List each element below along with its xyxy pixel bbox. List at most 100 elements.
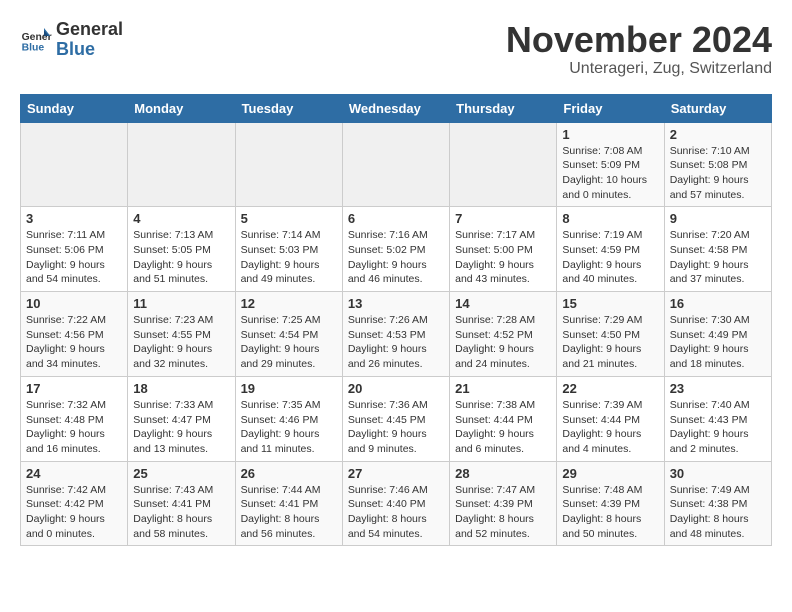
logo-general: General — [56, 20, 123, 40]
day-info: Sunrise: 7:19 AMSunset: 4:59 PMDaylight:… — [562, 228, 658, 287]
day-number: 7 — [455, 211, 551, 226]
day-cell — [21, 122, 128, 207]
day-number: 9 — [670, 211, 766, 226]
day-cell: 21 Sunrise: 7:38 AMSunset: 4:44 PMDayligh… — [450, 376, 557, 461]
week-row-1: 1Sunrise: 7:08 AMSunset: 5:09 PMDaylight… — [21, 122, 772, 207]
day-info: Sunrise: 7:30 AMSunset: 4:49 PMDaylight:… — [670, 313, 766, 372]
week-row-4: 17 Sunrise: 7:32 AMSunset: 4:48 PMDayligh… — [21, 376, 772, 461]
day-number: 8 — [562, 211, 658, 226]
day-cell: 26 Sunrise: 7:44 AMSunset: 4:41 PMDayligh… — [235, 461, 342, 546]
day-info: Sunrise: 7:44 AMSunset: 4:41 PMDaylight:… — [241, 483, 337, 542]
day-number: 6 — [348, 211, 444, 226]
day-info: Sunrise: 7:47 AMSunset: 4:39 PMDaylight:… — [455, 483, 551, 542]
day-number: 10 — [26, 296, 122, 311]
week-row-2: 3 Sunrise: 7:11 AMSunset: 5:06 PMDaylight… — [21, 207, 772, 292]
svg-text:Blue: Blue — [22, 42, 45, 53]
day-number: 2 — [670, 127, 766, 142]
day-info: Sunrise: 7:40 AMSunset: 4:43 PMDaylight:… — [670, 398, 766, 457]
month-title: November 2024 — [506, 20, 772, 60]
day-number: 17 — [26, 381, 122, 396]
day-cell: 16 Sunrise: 7:30 AMSunset: 4:49 PMDayligh… — [664, 292, 771, 377]
day-number: 13 — [348, 296, 444, 311]
day-number: 18 — [133, 381, 229, 396]
calendar-header: SundayMondayTuesdayWednesdayThursdayFrid… — [21, 94, 772, 122]
location-subtitle: Unterageri, Zug, Switzerland — [506, 60, 772, 78]
day-number: 27 — [348, 466, 444, 481]
day-cell: 2Sunrise: 7:10 AMSunset: 5:08 PMDaylight… — [664, 122, 771, 207]
day-info: Sunrise: 7:22 AMSunset: 4:56 PMDaylight:… — [26, 313, 122, 372]
day-cell: 27 Sunrise: 7:46 AMSunset: 4:40 PMDayligh… — [342, 461, 449, 546]
day-info: Sunrise: 7:23 AMSunset: 4:55 PMDaylight:… — [133, 313, 229, 372]
day-cell: 29Sunrise: 7:48 AMSunset: 4:39 PMDayligh… — [557, 461, 664, 546]
header-day-wednesday: Wednesday — [342, 94, 449, 122]
day-cell: 25Sunrise: 7:43 AMSunset: 4:41 PMDayligh… — [128, 461, 235, 546]
day-number: 24 — [26, 466, 122, 481]
day-number: 20 — [348, 381, 444, 396]
day-number: 14 — [455, 296, 551, 311]
day-info: Sunrise: 7:08 AMSunset: 5:09 PMDaylight:… — [562, 144, 658, 203]
day-cell: 7 Sunrise: 7:17 AMSunset: 5:00 PMDaylight… — [450, 207, 557, 292]
day-info: Sunrise: 7:35 AMSunset: 4:46 PMDaylight:… — [241, 398, 337, 457]
day-info: Sunrise: 7:33 AMSunset: 4:47 PMDaylight:… — [133, 398, 229, 457]
day-info: Sunrise: 7:46 AMSunset: 4:40 PMDaylight:… — [348, 483, 444, 542]
day-info: Sunrise: 7:16 AMSunset: 5:02 PMDaylight:… — [348, 228, 444, 287]
day-cell: 10 Sunrise: 7:22 AMSunset: 4:56 PMDayligh… — [21, 292, 128, 377]
day-number: 16 — [670, 296, 766, 311]
day-cell: 5 Sunrise: 7:14 AMSunset: 5:03 PMDaylight… — [235, 207, 342, 292]
header-day-friday: Friday — [557, 94, 664, 122]
day-info: Sunrise: 7:17 AMSunset: 5:00 PMDaylight:… — [455, 228, 551, 287]
day-info: Sunrise: 7:48 AMSunset: 4:39 PMDaylight:… — [562, 483, 658, 542]
day-info: Sunrise: 7:28 AMSunset: 4:52 PMDaylight:… — [455, 313, 551, 372]
logo-blue: Blue — [56, 40, 123, 60]
day-info: Sunrise: 7:49 AMSunset: 4:38 PMDaylight:… — [670, 483, 766, 542]
day-cell: 24Sunrise: 7:42 AMSunset: 4:42 PMDayligh… — [21, 461, 128, 546]
day-cell: 28 Sunrise: 7:47 AMSunset: 4:39 PMDayligh… — [450, 461, 557, 546]
header: General Blue General Blue November 2024 … — [20, 20, 772, 78]
logo: General Blue General Blue — [20, 20, 123, 60]
calendar-body: 1Sunrise: 7:08 AMSunset: 5:09 PMDaylight… — [21, 122, 772, 546]
day-number: 21 — [455, 381, 551, 396]
calendar-table: SundayMondayTuesdayWednesdayThursdayFrid… — [20, 94, 772, 547]
day-cell — [235, 122, 342, 207]
day-number: 5 — [241, 211, 337, 226]
day-cell — [450, 122, 557, 207]
day-number: 25 — [133, 466, 229, 481]
day-cell: 4 Sunrise: 7:13 AMSunset: 5:05 PMDaylight… — [128, 207, 235, 292]
day-cell — [128, 122, 235, 207]
day-info: Sunrise: 7:32 AMSunset: 4:48 PMDaylight:… — [26, 398, 122, 457]
day-number: 22 — [562, 381, 658, 396]
week-row-5: 24Sunrise: 7:42 AMSunset: 4:42 PMDayligh… — [21, 461, 772, 546]
day-number: 3 — [26, 211, 122, 226]
day-number: 15 — [562, 296, 658, 311]
day-cell: 14 Sunrise: 7:28 AMSunset: 4:52 PMDayligh… — [450, 292, 557, 377]
day-cell: 1Sunrise: 7:08 AMSunset: 5:09 PMDaylight… — [557, 122, 664, 207]
day-number: 11 — [133, 296, 229, 311]
day-info: Sunrise: 7:13 AMSunset: 5:05 PMDaylight:… — [133, 228, 229, 287]
day-info: Sunrise: 7:39 AMSunset: 4:44 PMDaylight:… — [562, 398, 658, 457]
day-cell: 3 Sunrise: 7:11 AMSunset: 5:06 PMDaylight… — [21, 207, 128, 292]
day-info: Sunrise: 7:14 AMSunset: 5:03 PMDaylight:… — [241, 228, 337, 287]
day-cell: 30Sunrise: 7:49 AMSunset: 4:38 PMDayligh… — [664, 461, 771, 546]
day-number: 28 — [455, 466, 551, 481]
day-cell: 15Sunrise: 7:29 AMSunset: 4:50 PMDayligh… — [557, 292, 664, 377]
header-day-tuesday: Tuesday — [235, 94, 342, 122]
day-info: Sunrise: 7:20 AMSunset: 4:58 PMDaylight:… — [670, 228, 766, 287]
day-cell: 12Sunrise: 7:25 AMSunset: 4:54 PMDayligh… — [235, 292, 342, 377]
day-number: 4 — [133, 211, 229, 226]
day-info: Sunrise: 7:36 AMSunset: 4:45 PMDaylight:… — [348, 398, 444, 457]
week-row-3: 10 Sunrise: 7:22 AMSunset: 4:56 PMDayligh… — [21, 292, 772, 377]
title-area: November 2024 Unterageri, Zug, Switzerla… — [506, 20, 772, 78]
day-number: 23 — [670, 381, 766, 396]
logo-icon: General Blue — [20, 24, 52, 56]
day-number: 12 — [241, 296, 337, 311]
header-day-sunday: Sunday — [21, 94, 128, 122]
day-info: Sunrise: 7:38 AMSunset: 4:44 PMDaylight:… — [455, 398, 551, 457]
day-cell: 19Sunrise: 7:35 AMSunset: 4:46 PMDayligh… — [235, 376, 342, 461]
header-row: SundayMondayTuesdayWednesdayThursdayFrid… — [21, 94, 772, 122]
day-info: Sunrise: 7:11 AMSunset: 5:06 PMDaylight:… — [26, 228, 122, 287]
day-cell: 6 Sunrise: 7:16 AMSunset: 5:02 PMDaylight… — [342, 207, 449, 292]
day-cell — [342, 122, 449, 207]
day-cell: 8 Sunrise: 7:19 AMSunset: 4:59 PMDaylight… — [557, 207, 664, 292]
day-number: 26 — [241, 466, 337, 481]
day-cell: 20 Sunrise: 7:36 AMSunset: 4:45 PMDayligh… — [342, 376, 449, 461]
